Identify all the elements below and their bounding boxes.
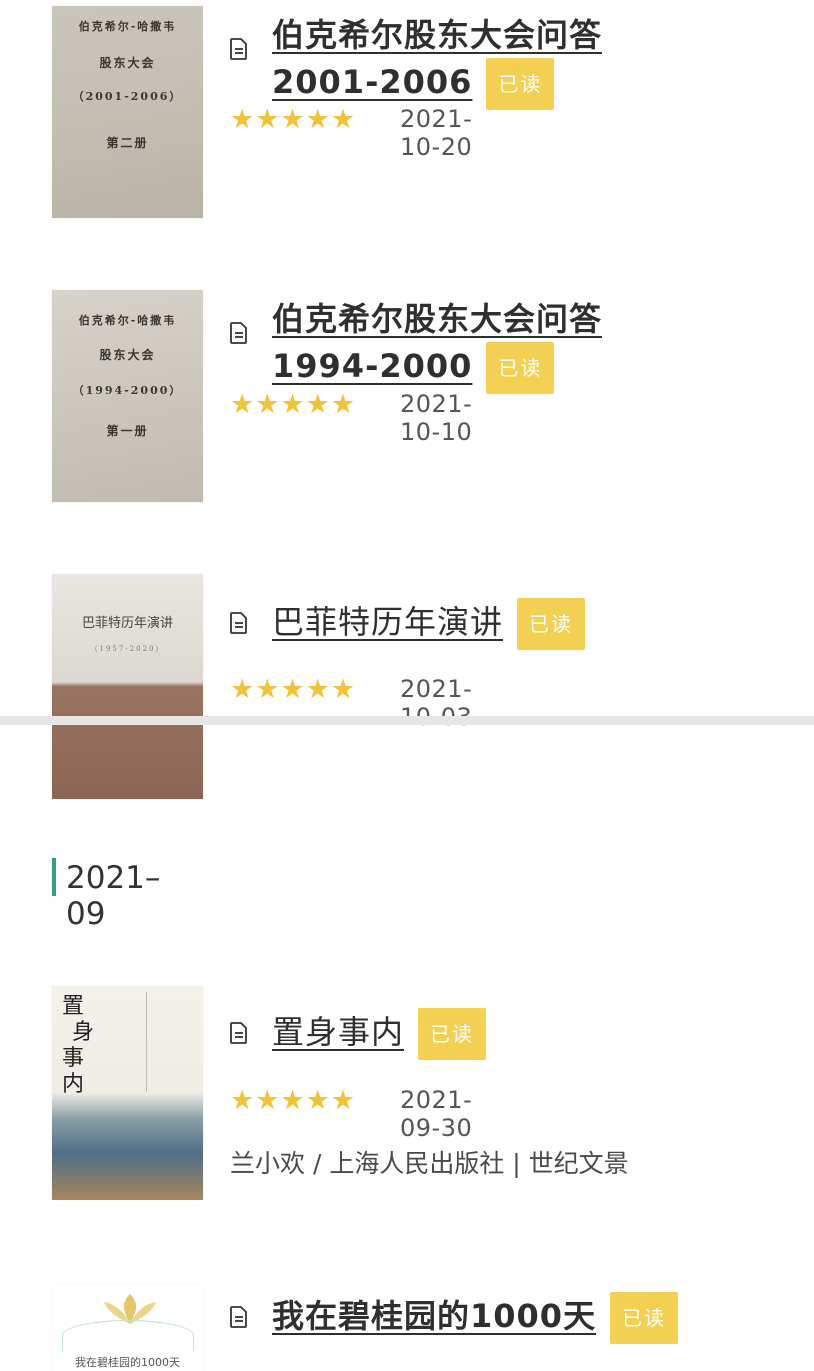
book-title-line[interactable]: 巴菲特历年演讲	[272, 603, 503, 641]
cover-text: 股东大会	[99, 348, 156, 362]
cover-decoration	[62, 1320, 194, 1351]
document-icon	[230, 322, 247, 344]
book-title-line[interactable]: 2001-2006	[272, 63, 472, 101]
book-cover[interactable]: 伯克希尔-哈撒韦 股东大会 （2001-2006） 第二册	[52, 6, 203, 218]
section-accent-bar	[52, 858, 56, 896]
read-badge: 已读	[610, 1292, 679, 1344]
cover-decoration	[146, 992, 191, 1092]
read-badge: 已读	[486, 58, 555, 110]
book-title-line[interactable]: 伯克希尔股东大会问答	[272, 296, 602, 342]
document-icon	[230, 1022, 247, 1044]
read-badge: 已读	[517, 598, 586, 650]
star-rating: ★★★★★	[230, 1085, 357, 1116]
star-rating: ★★★★★	[230, 104, 357, 135]
cover-text: 伯克希尔-哈撒韦	[78, 20, 177, 33]
cover-text: 事	[62, 1046, 85, 1071]
star-rating: ★★★★★	[230, 674, 357, 705]
cover-text: 我在碧桂园的1000天	[75, 1356, 180, 1369]
document-icon	[230, 1306, 247, 1328]
book-title[interactable]: 伯克希尔股东大会问答 2001-2006 已读	[272, 12, 602, 110]
cover-text: （2001-2006）	[72, 90, 183, 103]
read-date: 2021-10-10	[400, 390, 473, 446]
book-title[interactable]: 我在碧桂园的1000天 已读	[272, 1292, 679, 1344]
book-title-line[interactable]: 1994-2000	[272, 347, 472, 385]
cover-text: （1957-2020）	[90, 645, 165, 653]
book-title[interactable]: 置身事内 已读	[272, 1008, 487, 1060]
cover-text: 伯克希尔-哈撒韦	[78, 314, 177, 327]
cover-text: 内	[62, 1072, 85, 1097]
read-date: 2021-09-30	[400, 1086, 473, 1142]
book-cover[interactable]: 伯克希尔-哈撒韦 股东大会 （1994-2000） 第一册	[52, 290, 203, 502]
book-title[interactable]: 伯克希尔股东大会问答 1994-2000 已读	[272, 296, 602, 394]
book-cover[interactable]: 巴菲特历年演讲 （1957-2020）	[52, 574, 203, 799]
divider	[0, 716, 814, 725]
cover-text: 股东大会	[99, 56, 156, 70]
book-publisher: 兰小欢 / 上海人民出版社 | 世纪文景	[230, 1149, 629, 1178]
document-icon	[230, 38, 247, 60]
cover-text: 第二册	[106, 136, 149, 150]
book-cover[interactable]: 我在碧桂园的1000天	[52, 1284, 203, 1371]
book-title-line[interactable]: 伯克希尔股东大会问答	[272, 12, 602, 58]
book-title[interactable]: 巴菲特历年演讲 已读	[272, 598, 586, 650]
cover-text: 巴菲特历年演讲	[81, 616, 173, 631]
star-rating: ★★★★★	[230, 389, 357, 420]
book-title-line[interactable]: 我在碧桂园的1000天	[272, 1297, 596, 1335]
read-badge: 已读	[486, 342, 555, 394]
cover-text: 第一册	[106, 424, 149, 438]
book-title-line[interactable]: 置身事内	[272, 1013, 404, 1051]
read-badge: 已读	[418, 1008, 487, 1060]
book-cover[interactable]: 置 身 事 内	[52, 986, 203, 1200]
read-date: 2021-10-20	[400, 105, 473, 161]
cover-text: 身	[72, 1020, 95, 1045]
cover-text: （1994-2000）	[72, 384, 183, 397]
document-icon	[230, 612, 247, 634]
cover-text: 置	[62, 994, 85, 1019]
section-label: 2021–09	[66, 860, 161, 932]
